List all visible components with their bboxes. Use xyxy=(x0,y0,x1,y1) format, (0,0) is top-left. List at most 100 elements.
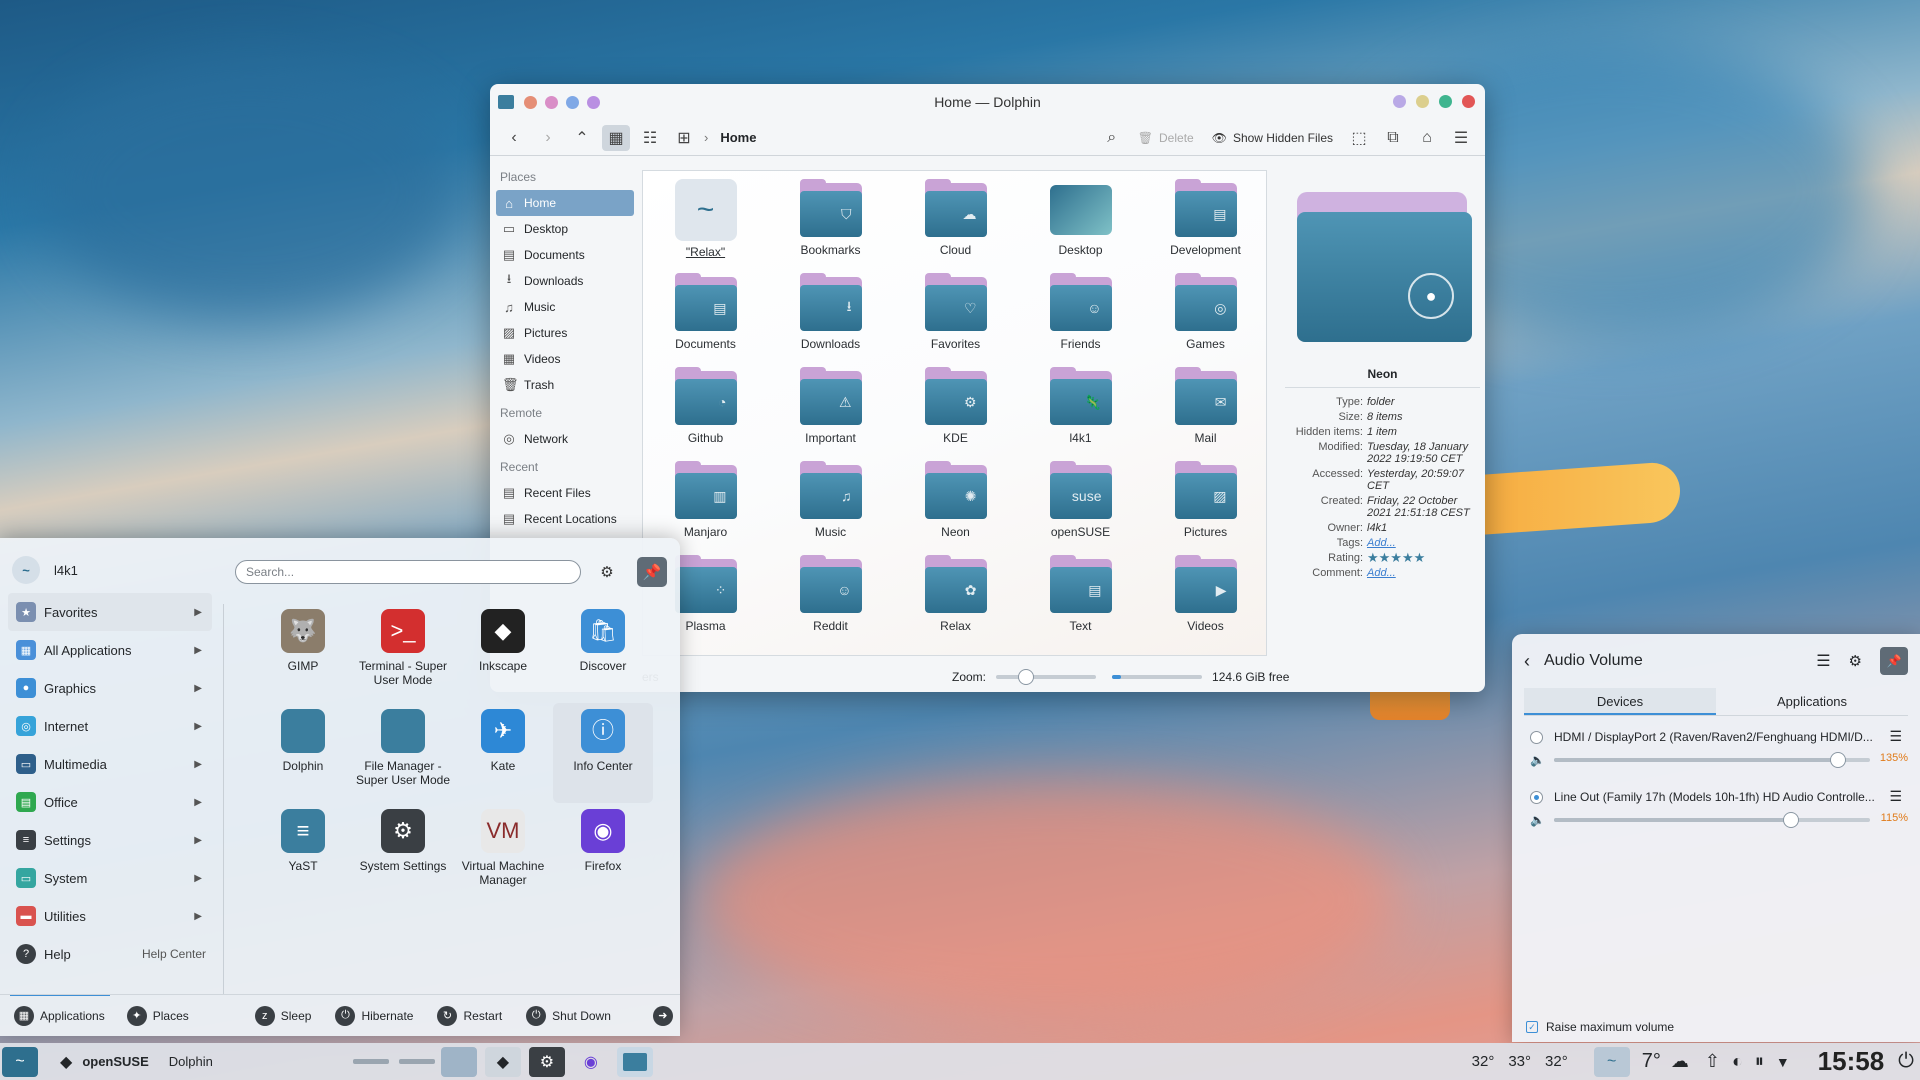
sidebar-item-documents[interactable]: ▤ Documents xyxy=(496,242,634,268)
compact-view-button[interactable]: ☷ xyxy=(636,125,664,151)
breadcrumb[interactable]: Home xyxy=(720,130,756,145)
firefox-task[interactable]: ◉ xyxy=(573,1047,609,1077)
search-input[interactable]: Search... xyxy=(235,560,581,584)
show-hidden-files-button[interactable]: 👁 Show Hidden Files xyxy=(1206,131,1339,145)
close-button[interactable] xyxy=(1462,95,1475,108)
titlebar[interactable]: Home — Dolphin xyxy=(490,84,1485,120)
app-info-center[interactable]: ⓘ Info Center xyxy=(553,703,653,803)
volume-slider[interactable] xyxy=(1554,812,1870,828)
pin-icon[interactable]: 📌 xyxy=(1880,647,1908,675)
app-virtual-machine-manager[interactable]: VM Virtual Machine Manager xyxy=(453,803,553,903)
category-utilities[interactable]: ▬ Utilities ▶ xyxy=(8,897,212,935)
sidebar-item-downloads[interactable]: ⭳ Downloads xyxy=(496,268,634,294)
app-file-manager-super-user-mode[interactable]: File Manager - Super User Mode xyxy=(353,703,453,803)
file-item[interactable]: ▥ Manjaro xyxy=(643,457,768,551)
app-yast[interactable]: ≡ YaST xyxy=(253,803,353,903)
file-item[interactable]: ⛉ Bookmarks xyxy=(768,175,893,269)
device-radio[interactable] xyxy=(1530,731,1543,744)
sidebar-item-desktop[interactable]: ▭ Desktop xyxy=(496,216,634,242)
sidebar-item-network[interactable]: ◎ Network xyxy=(496,426,634,452)
dolphin-task[interactable] xyxy=(616,1046,653,1077)
network-icon[interactable]: ▼ xyxy=(1776,1054,1790,1070)
weather-temp[interactable]: 7° xyxy=(1642,1050,1661,1073)
file-item[interactable]: ♫ Music xyxy=(768,457,893,551)
inkscape-task[interactable]: ◆ xyxy=(484,1046,521,1077)
pin-button[interactable]: 📌 xyxy=(637,557,667,587)
file-item[interactable]: ◔ Github xyxy=(643,363,768,457)
speaker-icon[interactable]: 🔈 xyxy=(1530,813,1545,827)
cloud-icon[interactable]: ☁ xyxy=(1671,1051,1689,1072)
icons-view-button[interactable]: ▦ xyxy=(602,124,630,151)
delete-button[interactable]: 🗑 Delete xyxy=(1132,131,1200,145)
file-item[interactable]: ☁ Cloud xyxy=(893,175,1018,269)
zoom-slider[interactable] xyxy=(996,669,1097,685)
system-settings-task[interactable]: ⚙ xyxy=(528,1046,565,1077)
file-item[interactable]: ▤ Documents xyxy=(643,269,768,363)
category-office[interactable]: ▤ Office ▶ xyxy=(8,783,212,821)
device-menu-icon[interactable]: ☰ xyxy=(1889,788,1902,805)
maximize-button[interactable] xyxy=(1439,95,1452,108)
sidebar-item-videos[interactable]: ▦ Videos xyxy=(496,346,634,372)
category-internet[interactable]: ◎ Internet ▶ xyxy=(8,707,212,745)
file-item[interactable]: ~ "Relax" xyxy=(643,175,768,269)
home-button[interactable]: ⌂ xyxy=(1413,125,1441,151)
volume-slider-handle[interactable] xyxy=(1830,752,1847,768)
category-favorites[interactable]: ★ Favorites ▶ xyxy=(8,593,212,631)
add-link[interactable]: Add... xyxy=(1367,537,1480,549)
up-button[interactable]: ⌃ xyxy=(568,125,596,151)
select-all-button[interactable]: ⬚ xyxy=(1345,125,1373,151)
hibernate-button[interactable]: ⏻ Hibernate xyxy=(335,1005,413,1026)
file-item[interactable]: ◎ Games xyxy=(1143,269,1268,363)
file-item[interactable]: ▤ Text xyxy=(1018,551,1143,645)
file-item[interactable]: Desktop xyxy=(1018,175,1143,269)
clock[interactable]: 15:58 xyxy=(1818,1046,1885,1077)
updates-icon[interactable]: ⇧ xyxy=(1705,1051,1720,1072)
file-item[interactable]: ☺ Friends xyxy=(1018,269,1143,363)
category-settings[interactable]: ≡ Settings ▶ xyxy=(8,821,212,859)
app-system-settings[interactable]: ⚙ System Settings xyxy=(353,803,453,903)
audio-tray-icon[interactable]: ~ xyxy=(1593,1046,1630,1077)
file-item[interactable]: ▨ Pictures xyxy=(1143,457,1268,551)
split-button[interactable]: ⧉ xyxy=(1379,125,1407,151)
app-inkscape[interactable]: ◆ Inkscape xyxy=(453,603,553,703)
minimize-button[interactable] xyxy=(1416,95,1429,108)
category-graphics[interactable]: ● Graphics ▶ xyxy=(8,669,212,707)
tab-applications[interactable]: Applications xyxy=(1716,688,1908,715)
applications-tab[interactable]: ▦ Applications xyxy=(14,1005,105,1026)
app-firefox[interactable]: ◉ Firefox xyxy=(553,803,653,903)
help-item[interactable]: ? Help Help Center xyxy=(8,935,212,973)
app-dolphin[interactable]: Dolphin xyxy=(253,703,353,803)
sleep-button[interactable]: z Sleep xyxy=(254,1005,311,1026)
sidebar-item-home[interactable]: ⌂ Home xyxy=(496,190,634,216)
add-link[interactable]: Add... xyxy=(1367,567,1480,579)
shutdown-button[interactable]: ⏻ Shut Down xyxy=(526,1005,611,1026)
file-item[interactable]: ⚠ Important xyxy=(768,363,893,457)
app-discover[interactable]: 🛍 Discover xyxy=(553,603,653,703)
app-launcher-button[interactable]: ~ xyxy=(0,1043,40,1080)
pager-desktop-3[interactable] xyxy=(440,1046,477,1077)
search-button[interactable]: ⌕ xyxy=(1098,125,1126,151)
configure-button[interactable]: ⚙ xyxy=(592,557,622,587)
restart-button[interactable]: ↻ Restart xyxy=(437,1005,502,1026)
category-multimedia[interactable]: ▭ Multimedia ▶ xyxy=(8,745,212,783)
hamburger-menu-button[interactable]: ☰ xyxy=(1447,125,1475,151)
forward-button[interactable]: › xyxy=(534,125,562,151)
details-view-button[interactable]: ⊞ xyxy=(670,125,698,151)
places-tab[interactable]: ✦ Places xyxy=(126,1005,189,1026)
tab-devices[interactable]: Devices xyxy=(1524,688,1716,715)
sidebar-item-recent-locations[interactable]: ▤ Recent Locations xyxy=(496,506,634,532)
file-item[interactable]: ⚙ KDE xyxy=(893,363,1018,457)
file-item[interactable]: ▶ Videos xyxy=(1143,551,1268,645)
power-icon[interactable]: ⏻ xyxy=(1898,1050,1914,1073)
keep-above-button[interactable] xyxy=(1393,95,1406,108)
sidebar-item-pictures[interactable]: ▨ Pictures xyxy=(496,320,634,346)
pager-desktop-1[interactable] xyxy=(352,1059,389,1064)
audio-icon[interactable]: ◐ xyxy=(1732,1051,1743,1072)
sidebar-item-recent-files[interactable]: ▤ Recent Files xyxy=(496,480,634,506)
file-item[interactable]: suse openSUSE xyxy=(1018,457,1143,551)
file-item[interactable]: ▤ Development xyxy=(1143,175,1268,269)
configure-icon[interactable]: ⚙ xyxy=(1849,652,1862,670)
file-item[interactable]: ♡ Favorites xyxy=(893,269,1018,363)
avatar[interactable]: ~ xyxy=(12,556,40,584)
app-terminal-super-user-mode[interactable]: >_ Terminal - Super User Mode xyxy=(353,603,453,703)
